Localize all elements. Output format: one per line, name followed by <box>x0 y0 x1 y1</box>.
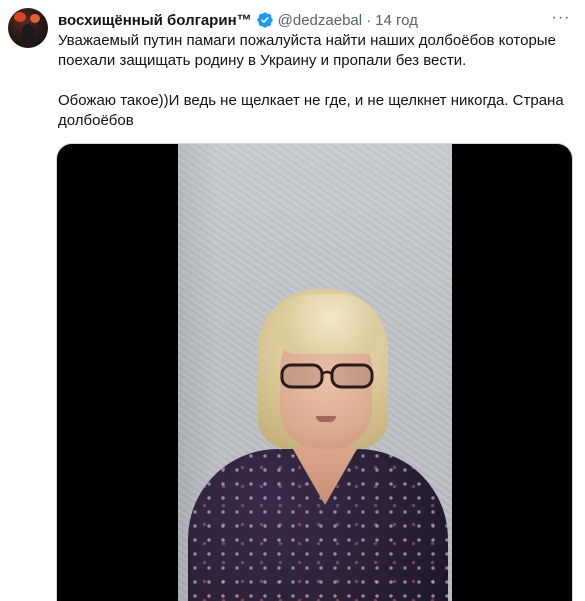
video-frame <box>178 144 452 601</box>
avatar[interactable] <box>8 8 48 48</box>
avatar-decoration <box>14 12 26 22</box>
display-name[interactable]: восхищённый болгарин™ <box>58 12 252 29</box>
glasses-icon <box>280 363 374 389</box>
video-player[interactable] <box>56 143 573 601</box>
tweet-text-paragraph-1: Уважаемый путин памаги пожалуйста найти … <box>58 32 556 69</box>
more-options-icon[interactable]: ··· <box>549 6 573 30</box>
verified-badge-icon <box>256 11 274 29</box>
separator-dot: · <box>366 11 372 29</box>
person-mouth <box>316 416 336 422</box>
person-bangs <box>273 294 378 354</box>
avatar-figure <box>22 24 34 46</box>
tweet-text: Уважаемый путин памаги пожалуйста найти … <box>58 31 573 131</box>
avatar-decoration <box>30 14 40 23</box>
tweet-text-paragraph-2: Обожаю такое))И ведь не щелкает не где, … <box>58 92 564 129</box>
tweet: восхищённый болгарин™ @dedzaebal · 14 го… <box>0 0 585 601</box>
timestamp[interactable]: 14 год <box>375 12 418 29</box>
tweet-header: восхищённый болгарин™ @dedzaebal · 14 го… <box>58 9 418 31</box>
handle[interactable]: @dedzaebal <box>278 12 362 29</box>
